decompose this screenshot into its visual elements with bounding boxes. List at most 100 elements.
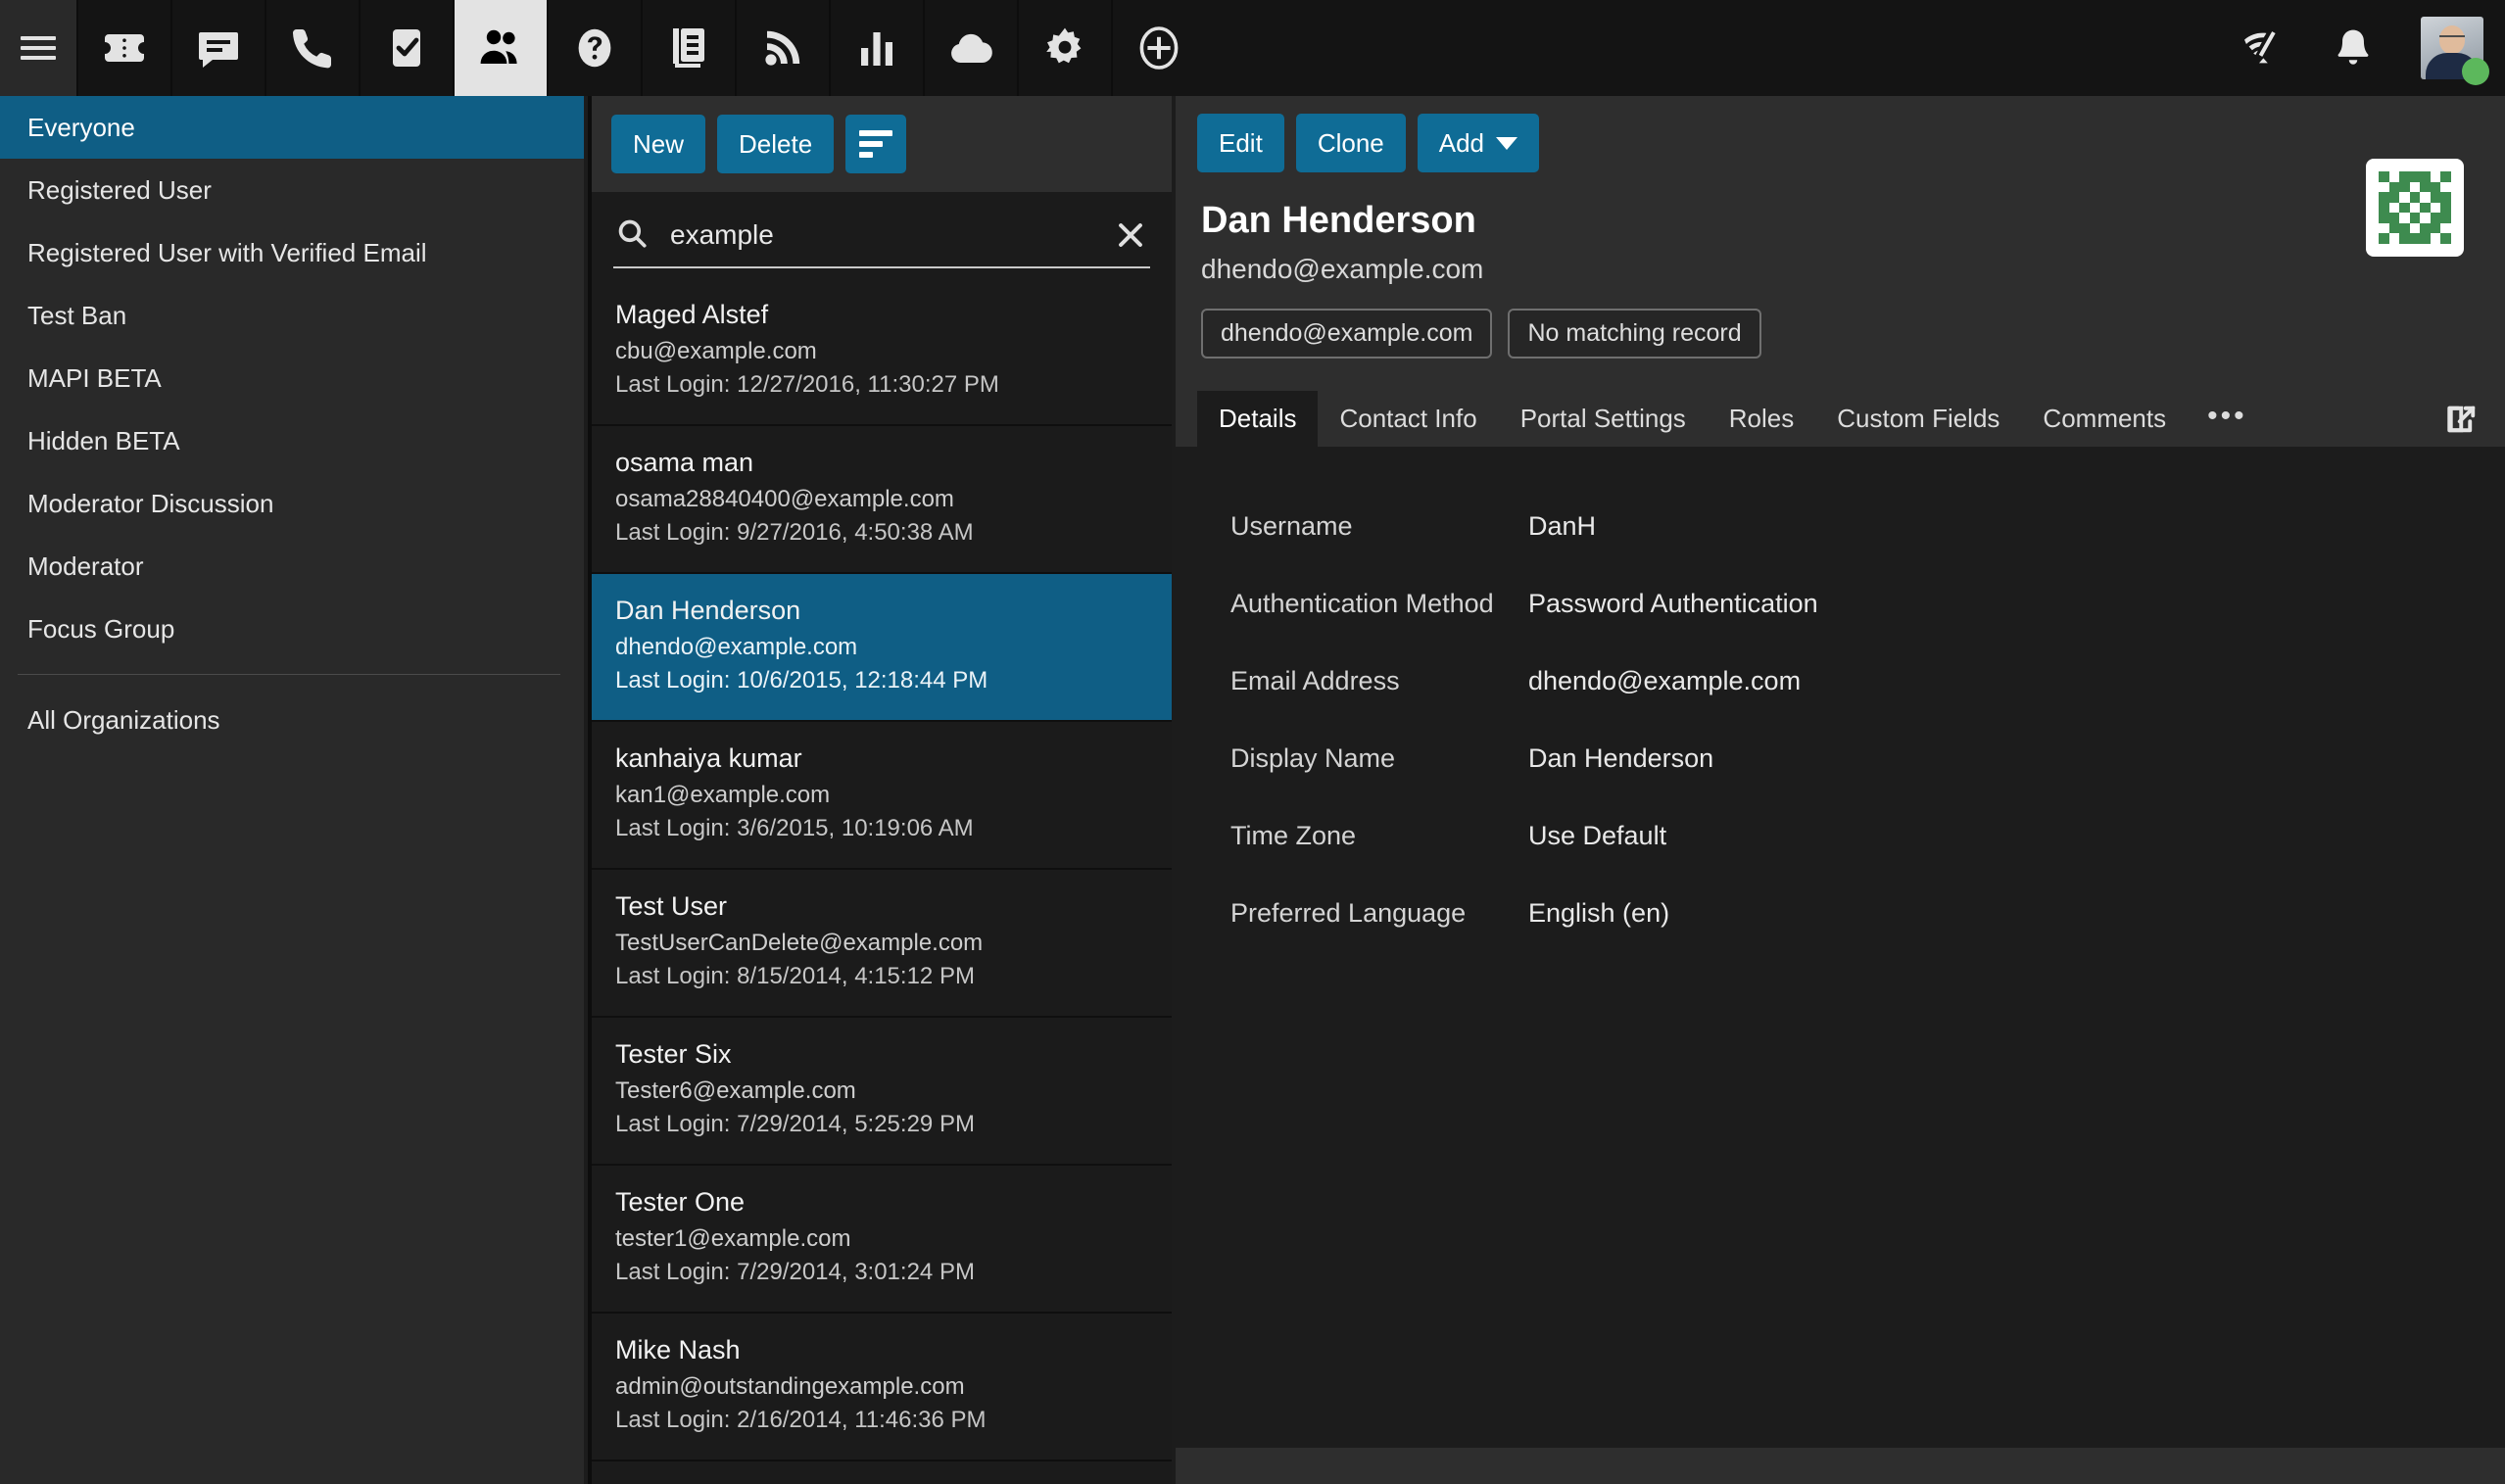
clone-button-label: Clone <box>1317 127 1384 158</box>
connection-status-button[interactable] <box>2240 25 2286 71</box>
list-item[interactable]: Tester One tester1@example.com Last Logi… <box>592 1166 1172 1314</box>
detail-panel: Edit Clone Add Dan Henderson dhendo@exam… <box>1176 96 2505 1484</box>
sidebar-item-moderator-discussion[interactable]: Moderator Discussion <box>0 472 584 535</box>
page-title: Dan Henderson <box>1201 200 1476 241</box>
sidebar-item-label: Everyone <box>27 112 135 142</box>
list-item[interactable]: Test User TestUserCanDelete@example.com … <box>592 870 1172 1018</box>
sidebar-item-moderator[interactable]: Moderator <box>0 535 584 598</box>
user-list-panel: New Delete Maged Alstef cbu@example.com … <box>588 96 1172 1484</box>
detail-header: Dan Henderson dhendo@example.com <box>1176 159 2505 285</box>
sidebar-item-label: All Organizations <box>27 704 220 735</box>
list-item-email: Tester6@example.com <box>615 1077 856 1104</box>
add-dropdown-button[interactable]: Add <box>1417 114 1540 172</box>
list-item-name: Maged Alstef <box>615 300 769 329</box>
sidebar-divider <box>18 674 560 675</box>
tab-comments[interactable]: Comments <box>2021 391 2188 447</box>
tab-roles[interactable]: Roles <box>1708 391 1815 447</box>
tab-overflow-button[interactable]: ••• <box>2188 394 2267 447</box>
list-item-name: Test User <box>615 891 728 921</box>
list-item-email: kan1@example.com <box>615 782 831 808</box>
popout-button[interactable] <box>2444 402 2480 447</box>
status-badge-email[interactable]: dhendo@example.com <box>1201 309 1493 359</box>
list-toolbar: New Delete <box>592 96 1172 192</box>
list-item-last-login: Last Login: 7/29/2014, 3:01:24 PM <box>615 1259 975 1285</box>
sidebar-item-label: Registered User with Verified Email <box>27 237 427 267</box>
list-item-name: Tester One <box>615 1187 746 1217</box>
list-item-email: TestUserCanDelete@example.com <box>615 930 984 956</box>
list-item-name: Tester Six <box>615 1039 732 1069</box>
nav-item-documents[interactable] <box>641 0 735 96</box>
chevron-down-icon <box>1496 136 1518 150</box>
search-bar <box>592 192 1172 278</box>
rss-icon <box>765 30 800 66</box>
sidebar-item-hidden-beta[interactable]: Hidden BETA <box>0 409 584 472</box>
sidebar-item-registered-user-verified-email[interactable]: Registered User with Verified Email <box>0 221 584 284</box>
sidebar-item-label: Moderator Discussion <box>27 488 274 518</box>
new-button[interactable]: New <box>611 115 706 173</box>
sidebar-item-focus-group[interactable]: Focus Group <box>0 598 584 660</box>
field-authentication-method: Authentication Method Password Authentic… <box>1176 589 2505 619</box>
hamburger-menu-button[interactable] <box>0 0 76 96</box>
field-label: Username <box>1230 511 1353 541</box>
nav-item-help[interactable] <box>547 0 641 96</box>
nav-item-chat[interactable] <box>170 0 265 96</box>
field-time-zone: Time Zone Use Default <box>1176 821 2505 851</box>
edit-button[interactable]: Edit <box>1197 114 1284 172</box>
nav-item-tickets[interactable] <box>76 0 170 96</box>
sidebar-item-registered-user[interactable]: Registered User <box>0 159 584 221</box>
nav-item-calls[interactable] <box>265 0 359 96</box>
cloud-icon <box>951 33 992 64</box>
list-item-selected[interactable]: Dan Henderson dhendo@example.com Last Lo… <box>592 574 1172 722</box>
list-item-email: dhendo@example.com <box>615 634 858 660</box>
plus-circle-icon <box>1139 26 1179 70</box>
nav-item-reports[interactable] <box>829 0 923 96</box>
list-item-name: osama man <box>615 448 754 477</box>
details-tab-content: Username DanH Authentication Method Pass… <box>1176 447 2505 1448</box>
field-label: Preferred Language <box>1230 898 1467 928</box>
search-underline <box>613 266 1150 268</box>
people-icon <box>480 29 517 64</box>
tab-label: Portal Settings <box>1519 404 1686 433</box>
field-value: DanH <box>1528 511 1597 541</box>
list-item-email: osama28840400@example.com <box>615 486 954 512</box>
sidebar-item-everyone[interactable]: Everyone <box>0 96 584 159</box>
sidebar-item-mapi-beta[interactable]: MAPI BETA <box>0 347 584 409</box>
list-item[interactable]: osama man osama28840400@example.com Last… <box>592 426 1172 574</box>
nav-item-cloud[interactable] <box>923 0 1017 96</box>
clone-button[interactable]: Clone <box>1295 114 1406 172</box>
search-input[interactable] <box>670 219 1111 251</box>
avatar[interactable] <box>2421 17 2489 85</box>
notifications-button[interactable] <box>2331 25 2376 71</box>
nav-item-tasks[interactable] <box>359 0 453 96</box>
ticket-icon <box>105 34 144 62</box>
field-value: dhendo@example.com <box>1528 666 1802 695</box>
nav-item-users[interactable] <box>453 0 547 96</box>
nav-item-add[interactable] <box>1111 0 1205 96</box>
list-item[interactable]: Tester Six Tester6@example.com Last Logi… <box>592 1018 1172 1166</box>
clear-search-button[interactable] <box>1111 215 1150 255</box>
tab-contact-info[interactable]: Contact Info <box>1318 391 1498 447</box>
help-icon <box>578 28 611 68</box>
tab-details[interactable]: Details <box>1197 391 1319 447</box>
nav-item-settings[interactable] <box>1017 0 1111 96</box>
list-item-last-login: Last Login: 9/27/2016, 4:50:38 AM <box>615 519 974 546</box>
list-item[interactable]: Maged Alstef cbu@example.com Last Login:… <box>592 278 1172 426</box>
user-list[interactable]: Maged Alstef cbu@example.com Last Login:… <box>592 278 1172 1484</box>
list-item[interactable]: Mike Nash admin@outstandingexample.com L… <box>592 1314 1172 1461</box>
list-item-name: kanhaiya kumar <box>615 743 802 773</box>
nav-item-feeds[interactable] <box>735 0 829 96</box>
sort-button[interactable] <box>845 115 907 173</box>
badge-group: dhendo@example.com No matching record <box>1176 285 2505 359</box>
tab-label: Details <box>1219 404 1297 433</box>
tab-custom-fields[interactable]: Custom Fields <box>1815 391 2021 447</box>
sidebar-item-all-organizations[interactable]: All Organizations <box>0 689 584 751</box>
list-item-email: tester1@example.com <box>615 1225 851 1252</box>
list-item[interactable]: kanhaiya kumar kan1@example.com Last Log… <box>592 722 1172 870</box>
delete-button[interactable]: Delete <box>717 115 835 173</box>
field-label: Authentication Method <box>1230 589 1494 618</box>
menu-icon <box>21 30 56 66</box>
sidebar-item-label: Moderator <box>27 551 144 581</box>
status-badge-matching-record[interactable]: No matching record <box>1508 309 1761 359</box>
tab-portal-settings[interactable]: Portal Settings <box>1499 391 1708 447</box>
sidebar-item-test-ban[interactable]: Test Ban <box>0 284 584 347</box>
